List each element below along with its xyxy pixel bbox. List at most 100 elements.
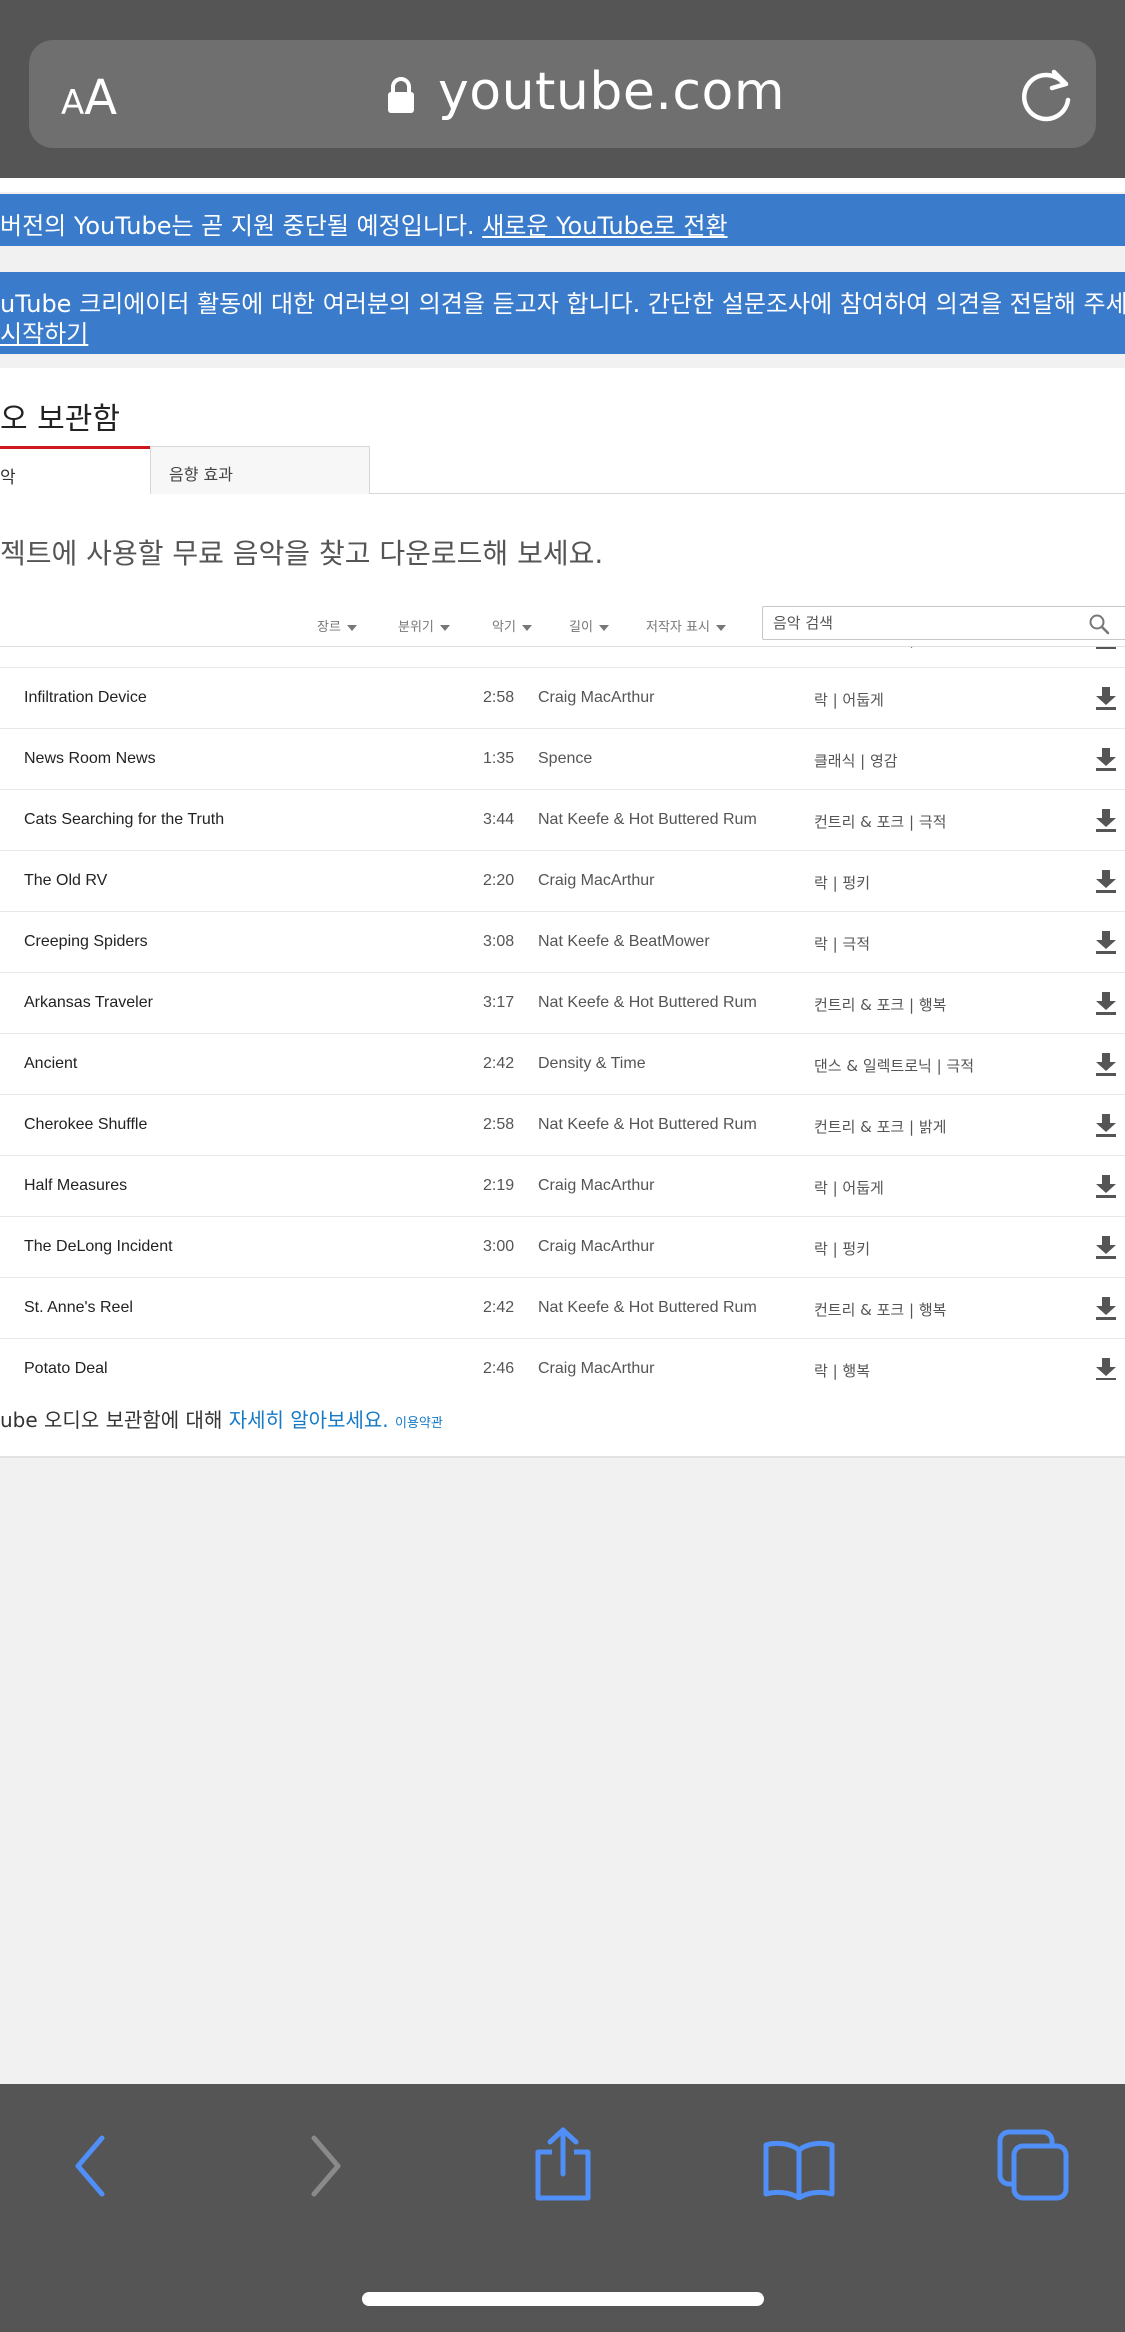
share-icon[interactable] (530, 2126, 596, 2202)
track-row[interactable]: Ancient 2:42 Density & Time 댄스 & 일렉트로닉 | 극적 (0, 1034, 1125, 1095)
track-artist: Spence (538, 750, 593, 767)
track-title[interactable]: Cats Searching for the Truth (24, 811, 224, 829)
track-title[interactable]: Ancient (24, 1055, 77, 1073)
track-row[interactable]: Arkansas Traveler 3:17 Nat Keefe & Hot But… (0, 973, 1125, 1034)
track-row[interactable]: Cats Searching for the Truth 3:44 Nat Keef… (0, 790, 1125, 851)
filter-instrument[interactable]: 악기 (492, 616, 532, 635)
survey-banner: uTube 크리에이터 활동에 대한 여러분의 의견을 듣고자 합니다. 간단한… (0, 272, 1125, 354)
caret-down-icon (521, 624, 532, 631)
text-size-small-glyph: A (61, 83, 85, 123)
audio-library-panel: 오 보관함 악 음향 효과 젝트에 사용할 무료 음악을 찾고 다운로드해 보세… (0, 368, 1125, 1458)
track-title[interactable]: The Old RV (24, 872, 107, 890)
tab-sound-effects[interactable]: 음향 효과 (150, 446, 370, 494)
download-icon[interactable] (1095, 1234, 1117, 1260)
forward-icon[interactable] (306, 2134, 346, 2198)
track-title[interactable]: Infiltration Device (24, 689, 147, 707)
caret-down-icon (715, 624, 726, 631)
filter-genre[interactable]: 장르 (317, 616, 357, 635)
caret-down-icon (439, 624, 450, 631)
tabs-icon[interactable] (996, 2128, 1070, 2202)
track-genre: 락 | 행복 (814, 1362, 870, 1380)
filter-genre-label: 장르 (317, 620, 341, 635)
track-duration: 2:42 (483, 1055, 515, 1072)
tab-bar: 악 음향 효과 (0, 446, 1125, 494)
page-subtitle: 젝트에 사용할 무료 음악을 찾고 다운로드해 보세요. (0, 537, 604, 570)
track-title[interactable]: St. Anne's Reel (24, 1299, 133, 1317)
track-duration: 2:46 (483, 1360, 515, 1377)
track-artist: Craig MacArthur (538, 689, 655, 706)
filter-attribution-label: 저작자 표시 (646, 620, 710, 635)
track-artist: Nat Keefe & Hot Buttered Rum (538, 811, 757, 828)
track-row[interactable]: Potato Deal 2:46 Craig MacArthur 락 | 행복 (0, 1339, 1125, 1380)
caret-down-icon (598, 624, 609, 631)
url-text[interactable]: youtube.com (438, 62, 785, 122)
page-title: 오 보관함 (0, 402, 120, 437)
download-icon[interactable] (1095, 1112, 1117, 1138)
download-icon[interactable] (1095, 746, 1117, 772)
track-artist: Nat Keefe & Hot Buttered Rum (538, 1299, 757, 1316)
track-genre: 락 | 어둡게 (814, 691, 884, 709)
lock-icon (388, 77, 414, 113)
download-icon[interactable] (1095, 807, 1117, 833)
terms-link[interactable]: 이용약관 (395, 1416, 443, 1431)
track-row[interactable]: Phantom3:54Density & Time컨트리 & 포크 | 극적 (0, 647, 1125, 668)
track-row[interactable]: News Room News 1:35 Spence 클래식 | 영감 (0, 729, 1125, 790)
download-icon[interactable] (1095, 990, 1117, 1016)
track-title[interactable]: Creeping Spiders (24, 933, 148, 951)
track-title[interactable]: Cherokee Shuffle (24, 1116, 147, 1134)
track-row[interactable]: Creeping Spiders 3:08 Nat Keefe & BeatMowe… (0, 912, 1125, 973)
caret-down-icon (346, 624, 357, 631)
track-artist: Craig MacArthur (538, 1177, 655, 1194)
track-title[interactable]: The DeLong Incident (24, 1238, 173, 1256)
track-duration: 2:42 (483, 1299, 515, 1316)
bookmarks-icon[interactable] (762, 2138, 836, 2200)
track-duration: 2:58 (483, 1116, 515, 1133)
download-icon[interactable] (1095, 685, 1117, 711)
track-title[interactable]: News Room News (24, 750, 156, 768)
track-artist: Density & Time (538, 1055, 646, 1072)
track-duration: 2:19 (483, 1177, 515, 1194)
track-row[interactable]: The Old RV 2:20 Craig MacArthur 락 | 펑키 (0, 851, 1125, 912)
switch-new-youtube-link[interactable]: 새로운 YouTube로 전환 (482, 212, 727, 240)
download-icon[interactable] (1095, 1051, 1117, 1077)
download-icon[interactable] (1095, 1356, 1117, 1380)
track-duration: 2:58 (483, 689, 515, 706)
track-duration: 3:17 (483, 994, 515, 1011)
music-search-box[interactable] (762, 606, 1125, 640)
track-artist: Nat Keefe & Hot Buttered Rum (538, 994, 757, 1011)
track-row[interactable]: St. Anne's Reel 2:42 Nat Keefe & Hot Butte… (0, 1278, 1125, 1339)
download-icon[interactable] (1095, 647, 1117, 650)
filter-mood[interactable]: 분위기 (398, 616, 450, 635)
track-row[interactable]: Infiltration Device 2:58 Craig MacArthur 락 … (0, 668, 1125, 729)
tab-sound-effects-label: 음향 효과 (169, 465, 233, 484)
filter-attribution[interactable]: 저작자 표시 (646, 616, 726, 635)
music-search-input[interactable] (773, 611, 1073, 635)
track-genre: 락 | 펑키 (814, 1240, 870, 1258)
track-genre: 컨트리 & 포크 | 극적 (814, 813, 947, 831)
back-icon[interactable] (70, 2134, 110, 2198)
text-size-button[interactable]: AA (61, 70, 117, 126)
download-icon[interactable] (1095, 1295, 1117, 1321)
reload-icon[interactable] (1018, 64, 1074, 122)
track-title[interactable]: Potato Deal (24, 1360, 108, 1378)
learn-more-link[interactable]: 자세히 알아보세요. (229, 1408, 389, 1432)
home-indicator[interactable] (362, 2292, 764, 2306)
track-genre: 락 | 펑키 (814, 874, 870, 892)
download-icon[interactable] (1095, 929, 1117, 955)
download-icon[interactable] (1095, 1173, 1117, 1199)
track-title[interactable]: Half Measures (24, 1177, 127, 1195)
track-artist: Nat Keefe & BeatMower (538, 933, 710, 950)
download-icon[interactable] (1095, 868, 1117, 894)
track-artist: Nat Keefe & Hot Buttered Rum (538, 1116, 757, 1133)
track-row[interactable]: Cherokee Shuffle 2:58 Nat Keefe & Hot Butt… (0, 1095, 1125, 1156)
filter-duration[interactable]: 길이 (569, 616, 609, 635)
track-row[interactable]: Half Measures 2:19 Craig MacArthur 락 | 어둡게 (0, 1156, 1125, 1217)
classic-notice-banner: 버전의 YouTube는 곧 지원 중단될 예정입니다. 새로운 YouTube… (0, 194, 1125, 246)
tab-music[interactable]: 악 (0, 446, 150, 494)
search-icon[interactable] (1088, 613, 1110, 635)
track-row[interactable]: The DeLong Incident 3:00 Craig MacArthur 락 … (0, 1217, 1125, 1278)
track-genre: 컨트리 & 포크 | 행복 (814, 1301, 947, 1319)
survey-start-link[interactable]: 시작하기 (0, 314, 88, 349)
track-title[interactable]: Arkansas Traveler (24, 994, 153, 1012)
track-artist: Craig MacArthur (538, 872, 655, 889)
